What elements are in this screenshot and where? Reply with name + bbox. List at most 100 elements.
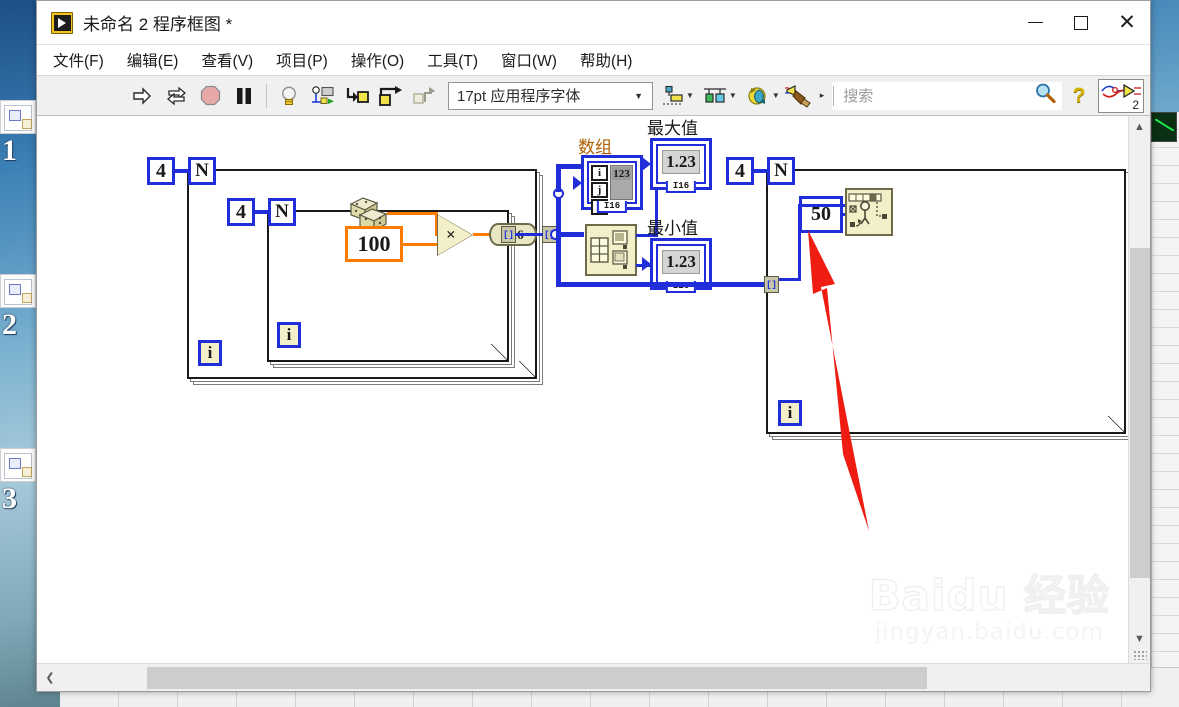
baidu-jingyan-watermark: Baidu 经验 jingyan.baidu.com: [868, 562, 1110, 645]
min-indicator-label: 最小值: [647, 219, 698, 238]
outer-loop-count-constant[interactable]: 4: [147, 157, 175, 185]
thumbnail-preview: [4, 105, 32, 131]
minimize-button[interactable]: [1012, 1, 1058, 44]
inner-loop-count-constant[interactable]: 4: [227, 198, 255, 226]
block-diagram-toolbar: 17pt 应用程序字体 ▼ ▼ ▼ ▼ ▸ 搜索 ? 2: [37, 76, 1150, 116]
font-selector-value: 17pt 应用程序字体: [457, 88, 581, 105]
menu-item-operate[interactable]: 操作(O): [349, 47, 406, 73]
menu-item-view[interactable]: 查看(V): [199, 47, 255, 73]
wire-random-to-multiply: [387, 212, 438, 215]
step-out-icon: [413, 86, 435, 104]
font-selector[interactable]: 17pt 应用程序字体 ▼: [448, 81, 653, 110]
retain-wire-values-button[interactable]: [308, 81, 338, 111]
wire-array-to-right-loop: [556, 282, 768, 287]
distribute-objects-icon: [703, 87, 726, 103]
array-max-min-node[interactable]: [585, 224, 637, 276]
maximize-button[interactable]: [1058, 1, 1104, 44]
pause-button[interactable]: [229, 81, 259, 111]
chevron-down-icon: ▼: [728, 91, 737, 100]
array-index-display[interactable]: i j k: [591, 165, 608, 215]
right-loop-count-constant[interactable]: 4: [726, 157, 754, 185]
labview-block-diagram-window: 未命名 2 程序框图 * ✕ 文件(F) 编辑(E) 查看(V) 项目(P) 操…: [36, 0, 1151, 692]
outer-loop-index-terminal[interactable]: i: [198, 340, 222, 366]
horizontal-scroll-thumb[interactable]: [147, 666, 927, 689]
multiply-symbol: ×: [446, 225, 456, 244]
max-indicator-value: 1.23: [662, 150, 700, 174]
chevron-right-icon: ▸: [819, 90, 825, 100]
menu-item-help[interactable]: 帮助(H): [578, 47, 635, 73]
array-index-j: j: [591, 182, 608, 198]
watermark-main-text: Baidu 经验: [868, 570, 1110, 620]
wire-constant-to-multiply: [403, 243, 439, 246]
max-indicator-inner: 1.23 I16: [656, 144, 706, 193]
menu-item-window[interactable]: 窗口(W): [499, 47, 559, 73]
scroll-left-button[interactable]: ❮: [37, 671, 63, 684]
multiply-constant[interactable]: 100: [345, 226, 403, 262]
vertical-scroll-thumb[interactable]: [1129, 248, 1150, 578]
wire-to-max-min-node: [558, 232, 584, 237]
min-indicator-value: 1.23: [662, 250, 700, 274]
block-diagram-canvas[interactable]: N 4 i N 4 i 100 × [] 数组 i j 123 I16 最大值 …: [37, 116, 1128, 663]
array-index-i: i: [591, 165, 608, 181]
right-loop-input-tunnel[interactable]: []: [764, 276, 779, 293]
thumbnail-preview: [4, 279, 32, 305]
abort-execution-icon: [200, 85, 220, 106]
random-number-generator-node[interactable]: [347, 194, 388, 233]
horizontal-scrollbar[interactable]: ❮: [37, 663, 1150, 691]
vi-icon-number: 2: [1132, 97, 1139, 112]
clean-up-diagram-button[interactable]: [782, 81, 816, 111]
minimize-icon: [1027, 22, 1043, 23]
desktop-thumb-number-2: 2: [2, 308, 17, 341]
run-continuously-button[interactable]: [161, 81, 191, 111]
step-out-button[interactable]: [410, 81, 440, 111]
array-indicator[interactable]: i j k 123 I16: [573, 155, 643, 215]
resize-grip-icon[interactable]: [1132, 650, 1147, 660]
vertical-scrollbar[interactable]: ▲ ▼: [1128, 116, 1150, 663]
loop-dogear-icon: [1108, 416, 1124, 432]
min-indicator-inner: 1.23 I16: [656, 244, 706, 293]
inner-loop-count-terminal[interactable]: N: [268, 198, 296, 226]
menu-item-file[interactable]: 文件(F): [51, 47, 106, 73]
inner-loop-index-terminal[interactable]: i: [277, 322, 301, 348]
window-controls: ✕: [1012, 1, 1150, 44]
magnifier-icon[interactable]: [1033, 81, 1057, 110]
loop-dogear-icon: [519, 361, 535, 377]
vi-icon-thumbnail[interactable]: 2: [1098, 78, 1144, 113]
wire-tunnel-up: [798, 204, 801, 281]
align-objects-dropdown[interactable]: ▼: [661, 85, 694, 107]
right-loop-index-terminal[interactable]: i: [778, 400, 802, 426]
step-over-button[interactable]: [376, 81, 406, 111]
wire-to-array-indicator-vert: [556, 164, 561, 192]
highlight-execution-button[interactable]: [274, 81, 304, 111]
search-placeholder: 搜索: [843, 88, 874, 105]
abort-execution-button[interactable]: [195, 81, 225, 111]
max-indicator-terminal-arrow: [642, 157, 651, 171]
watermark-sub-text: jingyan.baidu.com: [874, 619, 1104, 645]
max-indicator[interactable]: 1.23 I16: [642, 138, 712, 193]
search-1d-array-node[interactable]: [845, 188, 893, 236]
desktop-left-thumbnail-strip: 1 2 3: [0, 0, 36, 707]
menu-item-tools[interactable]: 工具(T): [425, 47, 480, 73]
search-value-constant[interactable]: 50: [799, 196, 843, 233]
array-indicator-terminal-arrow: [573, 175, 582, 190]
outer-loop-count-terminal[interactable]: N: [188, 157, 216, 185]
help-button[interactable]: ?: [1064, 84, 1094, 108]
inner-loop-tunnel[interactable]: []: [501, 226, 516, 243]
window-title: 未命名 2 程序框图 *: [83, 15, 233, 34]
reorder-dropdown[interactable]: ▼: [745, 85, 780, 107]
align-objects-icon: [663, 85, 683, 104]
step-into-button[interactable]: [342, 81, 372, 111]
right-loop-count-terminal[interactable]: N: [767, 157, 795, 185]
run-button[interactable]: [127, 81, 157, 111]
distribute-objects-dropdown[interactable]: ▼: [702, 85, 737, 107]
desktop-thumbnail-1: [0, 274, 36, 308]
scroll-down-button[interactable]: ▼: [1129, 628, 1151, 650]
close-icon: ✕: [1118, 10, 1136, 34]
array-datatype-label: 123: [612, 167, 631, 180]
search-field[interactable]: 搜索: [832, 81, 1062, 110]
scroll-up-button[interactable]: ▲: [1129, 116, 1151, 138]
chevron-down-icon: ▼: [634, 90, 643, 101]
menu-item-project[interactable]: 项目(P): [274, 47, 330, 73]
close-button[interactable]: ✕: [1104, 1, 1150, 44]
menu-item-edit[interactable]: 编辑(E): [125, 47, 181, 73]
